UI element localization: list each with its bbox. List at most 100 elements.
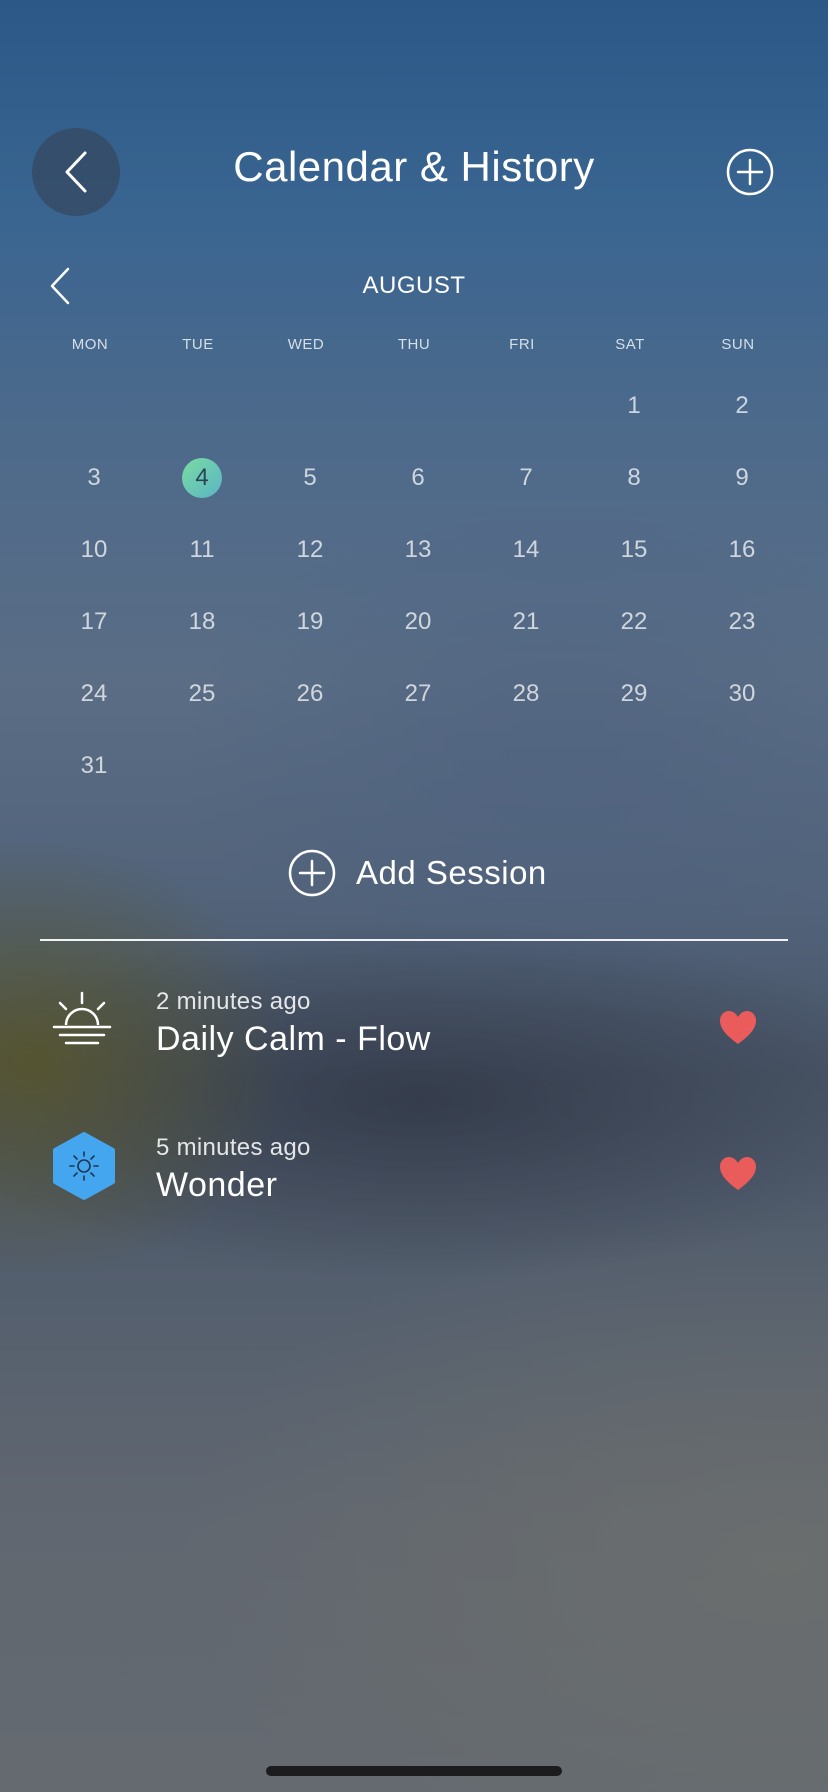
calendar-day[interactable]: 29 (580, 658, 688, 730)
previous-month-button[interactable] (48, 266, 80, 306)
calendar-day[interactable]: 20 (364, 586, 472, 658)
calendar-empty-cell (148, 730, 256, 802)
calendar-day-number: 25 (188, 680, 216, 707)
calendar-day[interactable]: 23 (688, 586, 796, 658)
session-time: 2 minutes ago (156, 988, 311, 1015)
calendar-day-number: 13 (404, 536, 432, 563)
calendar-day[interactable]: 12 (256, 514, 364, 586)
calendar-day[interactable]: 24 (40, 658, 148, 730)
add-button[interactable] (726, 148, 774, 196)
calendar-day[interactable]: 19 (256, 586, 364, 658)
weekday-label: MON (71, 336, 109, 353)
calendar-day-number: 23 (728, 608, 756, 635)
calendar-empty-cell (148, 370, 256, 442)
divider (40, 939, 788, 941)
calendar-day[interactable]: 28 (472, 658, 580, 730)
calendar-day-number (290, 746, 330, 786)
back-button[interactable] (32, 128, 120, 216)
calendar-day[interactable]: 27 (364, 658, 472, 730)
calendar-day[interactable]: 17 (40, 586, 148, 658)
calendar-day[interactable]: 14 (472, 514, 580, 586)
calendar-day-number: 2 (735, 392, 749, 419)
calendar-day-number: 3 (87, 464, 101, 491)
calendar-day-number (722, 746, 762, 786)
weekday-header: MON TUE WED THU FRI SAT SUN (36, 336, 792, 353)
calendar-day-number (182, 386, 222, 426)
sunrise-icon (50, 988, 114, 1052)
calendar-day-number (398, 746, 438, 786)
add-session-button[interactable]: Add Session (288, 848, 547, 898)
calendar-day[interactable]: 6 (364, 442, 472, 514)
calendar-day[interactable]: 16 (688, 514, 796, 586)
calendar-day-number (398, 386, 438, 426)
session-item[interactable]: 2 minutes ago Daily Calm - Flow (40, 988, 788, 1098)
favorite-button[interactable] (718, 1154, 758, 1194)
calendar-day[interactable]: 18 (148, 586, 256, 658)
calendar-empty-cell (472, 370, 580, 442)
calendar-empty-cell (472, 730, 580, 802)
calendar-day-number: 27 (404, 680, 432, 707)
calendar-day[interactable]: 8 (580, 442, 688, 514)
calendar-grid: 1 2 3 4 5 6 7 8 9 10 11 12 13 14 15 16 17 18 19 20 21 22 23 24 2… (40, 370, 796, 802)
calendar-day[interactable]: 21 (472, 586, 580, 658)
heart-icon (720, 1011, 756, 1044)
calendar-day-number: 11 (189, 536, 215, 563)
calendar-day-number: 1 (627, 392, 641, 419)
calendar-day-number: 15 (620, 536, 648, 563)
calendar-day-number (614, 746, 654, 786)
calendar-day-number (506, 386, 546, 426)
calendar-day-number: 29 (620, 680, 648, 707)
calendar-day[interactable]: 2 (688, 370, 796, 442)
session-name: Wonder (156, 1166, 278, 1204)
calendar-empty-cell (256, 730, 364, 802)
calendar-day[interactable]: 25 (148, 658, 256, 730)
calendar-empty-cell (364, 370, 472, 442)
calendar-day[interactable]: 1 (580, 370, 688, 442)
home-indicator (266, 1766, 562, 1776)
favorite-button[interactable] (718, 1008, 758, 1048)
calendar-day-number: 28 (512, 680, 540, 707)
session-item[interactable]: 5 minutes ago Wonder (40, 1132, 788, 1244)
calendar-day[interactable]: 22 (580, 586, 688, 658)
session-name: Daily Calm - Flow (156, 1020, 431, 1058)
calendar-day[interactable]: 31 (40, 730, 148, 802)
calendar-day-number: 20 (404, 608, 432, 635)
calendar-empty-cell (688, 730, 796, 802)
calendar-day-number: 7 (519, 464, 533, 491)
calendar-day[interactable]: 9 (688, 442, 796, 514)
calendar-day[interactable]: 15 (580, 514, 688, 586)
calendar-day[interactable]: 26 (256, 658, 364, 730)
calendar-day[interactable]: 13 (364, 514, 472, 586)
calendar-day-number: 30 (728, 680, 756, 707)
page-title: Calendar & History (233, 143, 595, 190)
calendar-day-number (182, 746, 222, 786)
calendar-day-number: 12 (296, 536, 324, 563)
calendar-day[interactable]: 30 (688, 658, 796, 730)
weekday-label: SAT (615, 336, 645, 353)
weekday-label: WED (287, 336, 325, 353)
calendar-day-number: 9 (735, 464, 749, 491)
calendar-day-selected[interactable]: 4 (148, 442, 256, 514)
calendar-day-number: 22 (620, 608, 648, 635)
calendar-day[interactable]: 5 (256, 442, 364, 514)
add-session-label: Add Session (356, 854, 547, 891)
calendar-day[interactable]: 3 (40, 442, 148, 514)
calendar-day[interactable]: 11 (148, 514, 256, 586)
calendar-empty-cell (364, 730, 472, 802)
heart-icon (720, 1157, 756, 1190)
calendar-day-number: 10 (80, 536, 108, 563)
month-label: AUGUST (362, 272, 466, 299)
calendar-day-number: 14 (512, 536, 540, 563)
calendar-day[interactable]: 10 (40, 514, 148, 586)
chevron-left-icon (50, 267, 70, 305)
calendar-day-number: 18 (188, 608, 216, 635)
calendar-empty-cell (256, 370, 364, 442)
weekday-label: SUN (721, 336, 755, 353)
calendar-day[interactable]: 7 (472, 442, 580, 514)
plus-circle-icon (288, 849, 336, 897)
calendar-empty-cell (40, 370, 148, 442)
calendar-day-number: 16 (728, 536, 756, 563)
calendar-day-number: 6 (411, 464, 425, 491)
calendar-day-number (290, 386, 330, 426)
calendar-day-number: 21 (512, 608, 540, 635)
